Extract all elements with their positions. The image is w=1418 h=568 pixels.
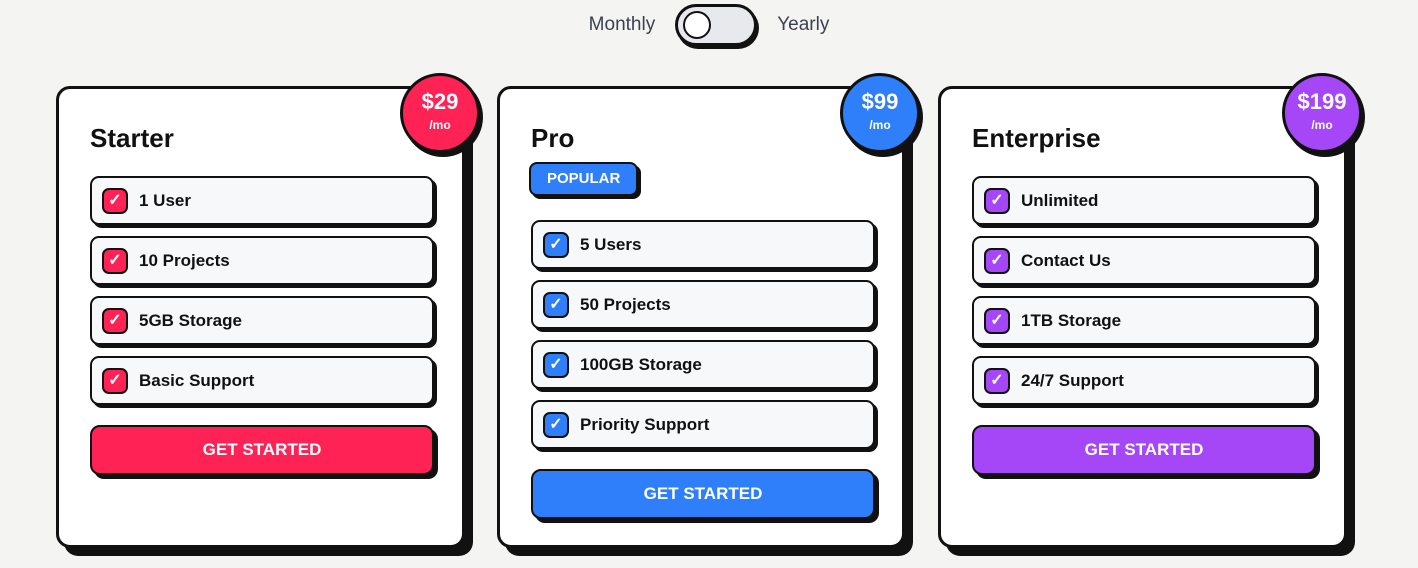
pricing-card-enterprise: $199 /mo Enterprise ✓ Unlimited ✓ Contac… bbox=[938, 73, 1362, 548]
checkmark-icon: ✓ bbox=[102, 247, 128, 274]
price-badge: $99 /mo bbox=[840, 73, 920, 153]
checkmark-icon: ✓ bbox=[102, 307, 128, 334]
billing-toggle-switch[interactable] bbox=[675, 4, 758, 46]
checkmark-icon: ✓ bbox=[984, 247, 1010, 274]
price-period: /mo bbox=[1311, 118, 1333, 132]
feature-item: ✓ 24/7 Support bbox=[972, 356, 1316, 405]
feature-label: 1 User bbox=[139, 190, 191, 210]
checkmark-icon: ✓ bbox=[984, 307, 1010, 334]
feature-item: ✓ 100GB Storage bbox=[531, 340, 875, 389]
feature-label: 1TB Storage bbox=[1021, 310, 1122, 330]
feature-label: 10 Projects bbox=[139, 250, 230, 270]
price-amount: $29 bbox=[421, 89, 459, 114]
feature-label: 100GB Storage bbox=[580, 354, 702, 374]
feature-list: ✓ 1 User ✓ 10 Projects ✓ 5GB Storage ✓ B… bbox=[90, 176, 434, 416]
feature-label: 5 Users bbox=[580, 234, 642, 254]
feature-item: ✓ 10 Projects bbox=[90, 236, 434, 285]
checkmark-icon: ✓ bbox=[543, 411, 569, 438]
price-badge: $199 /mo bbox=[1282, 73, 1362, 153]
pricing-card-pro: $99 /mo Pro POPULAR ✓ 5 Users ✓ 50 Proje… bbox=[497, 73, 920, 548]
get-started-button-enterprise[interactable]: GET STARTED bbox=[972, 425, 1316, 475]
checkmark-icon: ✓ bbox=[543, 291, 569, 318]
feature-list: ✓ 5 Users ✓ 50 Projects ✓ 100GB Storage … bbox=[531, 220, 875, 460]
plan-title: Pro bbox=[531, 123, 575, 153]
toggle-knob bbox=[683, 11, 712, 39]
feature-label: Priority Support bbox=[580, 414, 710, 434]
checkmark-icon: ✓ bbox=[102, 187, 128, 214]
feature-item: ✓ Contact Us bbox=[972, 236, 1316, 285]
get-started-button-starter[interactable]: GET STARTED bbox=[90, 425, 434, 475]
plan-title: Enterprise bbox=[972, 123, 1101, 153]
feature-label: Basic Support bbox=[139, 370, 255, 390]
price-amount: $199 bbox=[1297, 89, 1347, 114]
feature-item: ✓ Unlimited bbox=[972, 176, 1316, 225]
price-period: /mo bbox=[869, 118, 891, 132]
feature-item: ✓ Basic Support bbox=[90, 356, 434, 405]
checkmark-icon: ✓ bbox=[543, 351, 569, 378]
feature-item: ✓ Priority Support bbox=[531, 400, 875, 449]
billing-toggle-group: Monthly Yearly bbox=[0, 4, 1418, 46]
checkmark-icon: ✓ bbox=[984, 367, 1010, 394]
checkmark-icon: ✓ bbox=[102, 367, 128, 394]
get-started-button-pro[interactable]: GET STARTED bbox=[531, 469, 875, 519]
feature-item: ✓ 1TB Storage bbox=[972, 296, 1316, 345]
pricing-card-starter: $29 /mo Starter ✓ 1 User ✓ 10 Projects ✓… bbox=[56, 73, 480, 548]
price-badge: $29 /mo bbox=[400, 73, 480, 153]
checkmark-icon: ✓ bbox=[543, 231, 569, 258]
feature-item: ✓ 5 Users bbox=[531, 220, 875, 269]
feature-item: ✓ 1 User bbox=[90, 176, 434, 225]
feature-label: Unlimited bbox=[1021, 190, 1099, 210]
checkmark-icon: ✓ bbox=[984, 187, 1010, 214]
monthly-label[interactable]: Monthly bbox=[589, 14, 656, 36]
feature-label: 50 Projects bbox=[580, 294, 671, 314]
feature-item: ✓ 5GB Storage bbox=[90, 296, 434, 345]
price-amount: $99 bbox=[861, 89, 899, 114]
yearly-label[interactable]: Yearly bbox=[777, 14, 829, 36]
price-period: /mo bbox=[429, 118, 451, 132]
feature-label: Contact Us bbox=[1021, 250, 1111, 270]
feature-list: ✓ Unlimited ✓ Contact Us ✓ 1TB Storage ✓… bbox=[972, 176, 1316, 416]
popular-badge: POPULAR bbox=[529, 162, 639, 196]
feature-label: 24/7 Support bbox=[1021, 370, 1124, 390]
feature-label: 5GB Storage bbox=[139, 310, 242, 330]
feature-item: ✓ 50 Projects bbox=[531, 280, 875, 329]
plan-title: Starter bbox=[90, 123, 174, 153]
